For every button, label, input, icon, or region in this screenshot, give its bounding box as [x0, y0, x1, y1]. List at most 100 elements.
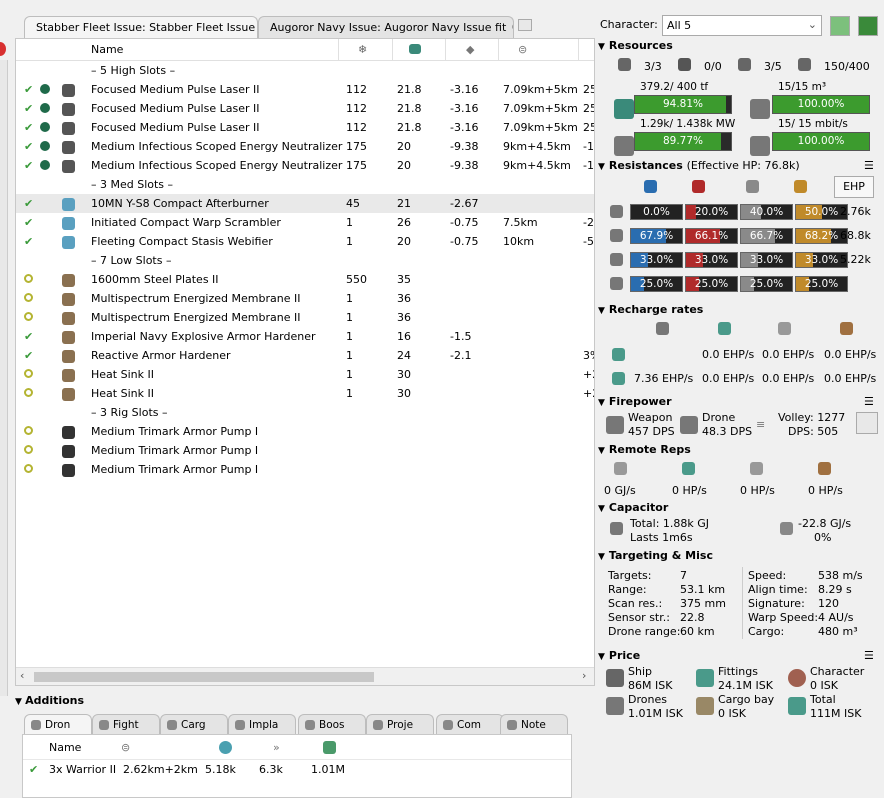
charge-icon	[40, 84, 50, 97]
module-row[interactable]: ✔ Fleeting Compact Stasis Webifier 1 20 -0.7…	[16, 232, 594, 251]
online-state-icon[interactable]	[24, 311, 33, 324]
bandwidth-col-icon[interactable]	[323, 741, 336, 754]
module-c5: -2	[583, 216, 594, 229]
additions-header[interactable]: ▼ Additions	[15, 694, 84, 707]
additions-tab[interactable]: Impla	[228, 714, 296, 734]
module-row[interactable]: ✔ Initiated Compact Warp Scrambler 1 26 -0.7…	[16, 213, 594, 232]
module-c1: 1	[346, 330, 353, 343]
module-row[interactable]: Heat Sink II 1 30 +2	[16, 384, 594, 403]
module-row[interactable]: ✔ Medium Infectious Scoped Energy Neutral…	[16, 156, 594, 175]
online-state-icon[interactable]	[24, 425, 33, 438]
additions-tab[interactable]: Proje	[366, 714, 434, 734]
total-dps: DPS: 505	[788, 425, 839, 438]
capacitor-header[interactable]: Capacitor	[598, 501, 882, 514]
firepower-header[interactable]: Firepower	[598, 395, 882, 408]
menu-icon[interactable]: ☰	[864, 649, 874, 662]
speed-col-icon[interactable]: »	[273, 741, 280, 754]
menu-icon[interactable]: ☰	[864, 159, 874, 172]
column-name[interactable]: Name	[91, 43, 123, 56]
damage-pattern-button[interactable]	[856, 412, 878, 434]
module-row[interactable]: Heat Sink II 1 30 +2	[16, 365, 594, 384]
close-fit-icon[interactable]	[0, 42, 6, 56]
recharge-header[interactable]: Recharge rates	[598, 303, 882, 316]
export-icon[interactable]	[858, 16, 878, 36]
resist-value: 66.1%	[694, 230, 729, 242]
module-row[interactable]: ✔ Focused Medium Pulse Laser II 112 21.8 -3.…	[16, 118, 594, 137]
additions-tab[interactable]: Com	[436, 714, 504, 734]
resist-value: 66.7%	[749, 230, 784, 242]
active-check-icon[interactable]: ✔	[29, 763, 38, 776]
module-row[interactable]: ✔ Imperial Navy Explosive Armor Hardener 1…	[16, 327, 594, 346]
powergrid-col-icon[interactable]	[409, 44, 421, 54]
shield-col-icon[interactable]	[219, 741, 232, 754]
price-label: Ship	[628, 665, 652, 678]
online-state-icon[interactable]	[24, 292, 33, 305]
active-state-icon[interactable]: ✔	[24, 102, 33, 115]
drone-name[interactable]: 3x Warrior II	[49, 763, 116, 776]
remote-reps-header[interactable]: Remote Reps	[598, 443, 882, 456]
additions-tab[interactable]: Fight	[92, 714, 160, 734]
active-state-icon[interactable]: ✔	[24, 235, 33, 248]
active-state-icon[interactable]: ✔	[24, 330, 33, 343]
scroll-thumb[interactable]	[34, 672, 374, 682]
online-state-icon[interactable]	[24, 273, 33, 286]
chevron-down-icon[interactable]: ⌄	[808, 18, 817, 31]
module-name: Focused Medium Pulse Laser II	[91, 102, 260, 115]
module-row[interactable]: Multispectrum Energized Membrane II 1 36	[16, 289, 594, 308]
active-state-icon[interactable]: ✔	[24, 121, 33, 134]
module-row[interactable]: Multispectrum Energized Membrane II 1 36	[16, 308, 594, 327]
module-row[interactable]: Medium Trimark Armor Pump I	[16, 422, 594, 441]
resources-header[interactable]: Resources	[598, 39, 882, 52]
module-row[interactable]: ✔ Focused Medium Pulse Laser II 112 21.8 -3.…	[16, 99, 594, 118]
new-tab-icon[interactable]	[518, 19, 532, 31]
scroll-right-icon[interactable]: ›	[582, 669, 586, 682]
resistances-header[interactable]: Resistances (Effective HP: 76.8k)	[598, 159, 882, 172]
capacitor-col-icon[interactable]: ◆	[466, 43, 474, 56]
active-state-icon[interactable]: ✔	[24, 197, 33, 210]
module-row[interactable]: ✔ Medium Infectious Scoped Energy Neutral…	[16, 137, 594, 156]
column-name[interactable]: Name	[49, 741, 81, 754]
character-select[interactable]: All 5 ⌄	[662, 15, 822, 36]
close-icon[interactable]: ⊗	[511, 22, 513, 33]
ehp-button[interactable]: EHP	[834, 176, 874, 198]
module-c3: -3.16	[450, 83, 479, 96]
additions-tab[interactable]: Dron	[24, 714, 92, 734]
module-c4: 7.09km+5km	[503, 102, 578, 115]
character-value: All 5	[667, 19, 692, 32]
active-state-icon[interactable]: ✔	[24, 159, 33, 172]
module-row[interactable]: ✔ Reactive Armor Hardener 1 24 -2.1 3%	[16, 346, 594, 365]
resist-value: 20.0%	[694, 206, 729, 218]
module-row[interactable]: Medium Trimark Armor Pump I	[16, 441, 594, 460]
module-icon	[62, 350, 75, 363]
module-c3: -3.16	[450, 121, 479, 134]
refresh-icon[interactable]	[830, 16, 850, 36]
online-state-icon[interactable]	[24, 463, 33, 476]
cpu-col-icon[interactable]: ❄	[358, 43, 367, 56]
additions-tab[interactable]: Note	[500, 714, 568, 734]
range-col-icon[interactable]: ⊜	[518, 43, 527, 56]
stat-value: 8.29 s	[818, 583, 852, 596]
range-col-icon[interactable]: ⊜	[121, 741, 130, 754]
scroll-left-icon[interactable]: ‹	[20, 669, 24, 682]
module-row[interactable]: ✔ Focused Medium Pulse Laser II 112 21.8 -3.…	[16, 80, 594, 99]
module-row[interactable]: 1600mm Steel Plates II 550 35	[16, 270, 594, 289]
menu-icon[interactable]: ☰	[864, 395, 874, 408]
active-state-icon[interactable]: ✔	[24, 349, 33, 362]
bandwidth-value: 15/ 15 mbit/s	[778, 118, 848, 130]
module-row[interactable]: Medium Trimark Armor Pump I	[16, 460, 594, 479]
additions-tab[interactable]: Boos	[298, 714, 366, 734]
active-state-icon[interactable]: ✔	[24, 140, 33, 153]
tab-stabber[interactable]: Stabber Fleet Issue: Stabber Fleet Issue…	[24, 16, 258, 38]
module-row[interactable]: ✔ 10MN Y-S8 Compact Afterburner 45 21 -2.67	[16, 194, 594, 213]
additions-tab[interactable]: Carg	[160, 714, 228, 734]
horizontal-scrollbar[interactable]: ‹ ›	[16, 667, 594, 685]
online-state-icon[interactable]	[24, 368, 33, 381]
active-state-icon[interactable]: ✔	[24, 216, 33, 229]
online-state-icon[interactable]	[24, 387, 33, 400]
tab-augoror[interactable]: Augoror Navy Issue: Augoror Navy Issue f…	[258, 16, 514, 38]
active-state-icon[interactable]: ✔	[24, 83, 33, 96]
hull-repair-icon	[840, 322, 853, 335]
targeting-header[interactable]: Targeting & Misc	[598, 549, 882, 562]
online-state-icon[interactable]	[24, 444, 33, 457]
price-header[interactable]: Price	[598, 649, 882, 662]
